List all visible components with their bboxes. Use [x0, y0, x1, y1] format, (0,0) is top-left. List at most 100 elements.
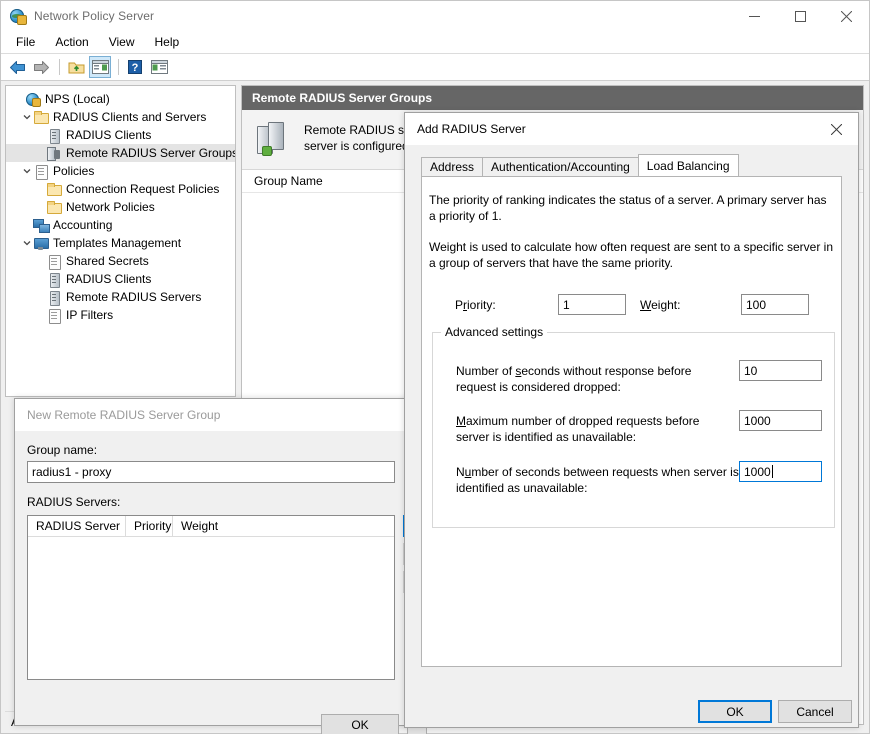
- tree-item-label: RADIUS Clients: [66, 272, 152, 286]
- new-group-dialog-title: New Remote RADIUS Server Group: [27, 408, 221, 422]
- add-radius-dialog-title: Add RADIUS Server: [417, 122, 526, 136]
- radius-servers-listbox[interactable]: RADIUS Server Priority Weight: [27, 515, 395, 680]
- help-icon[interactable]: ?: [124, 56, 146, 78]
- tree-item-label: Policies: [53, 164, 95, 178]
- monitor-icon: [33, 236, 49, 251]
- show-hide-action-pane-icon[interactable]: [148, 56, 170, 78]
- menu-file[interactable]: File: [7, 33, 44, 51]
- tree-item-remote-radius-servers[interactable]: Remote RADIUS Servers: [6, 288, 235, 306]
- tree-item-remote-radius-server-groups[interactable]: Remote RADIUS Server Groups: [6, 144, 235, 162]
- folder-icon: [46, 200, 62, 215]
- menu-help[interactable]: Help: [146, 33, 189, 51]
- window-title: Network Policy Server: [34, 9, 155, 23]
- radius-servers-label: RADIUS Servers:: [27, 495, 121, 509]
- console-tree-pane[interactable]: NPS (Local) RADIUS Clients and Servers R…: [5, 85, 236, 397]
- window-controls: [731, 1, 869, 31]
- priority-input[interactable]: 1: [558, 294, 626, 315]
- add-radius-dialog-titlebar: Add RADIUS Server: [405, 113, 858, 145]
- tree-item-templates-radius-clients[interactable]: RADIUS Clients: [6, 270, 235, 288]
- column-priority[interactable]: Priority: [126, 516, 173, 536]
- tree-item-policies[interactable]: Policies: [6, 162, 235, 180]
- unavailable-interval-label: Number of seconds between requests when …: [456, 465, 739, 495]
- toolbar: ?: [1, 54, 869, 81]
- column-weight[interactable]: Weight: [173, 516, 374, 536]
- chevron-down-icon[interactable]: [20, 165, 33, 178]
- chevron-down-icon[interactable]: [20, 111, 33, 124]
- menu-action[interactable]: Action: [46, 33, 97, 51]
- new-group-ok-button[interactable]: OK: [321, 714, 399, 734]
- add-radius-cancel-button[interactable]: Cancel: [778, 700, 852, 723]
- dropped-timeout-input[interactable]: 10: [739, 360, 822, 381]
- weight-description-paragraph: Weight is used to calculate how often re…: [429, 240, 833, 270]
- tab-address[interactable]: Address: [421, 157, 484, 176]
- tree-item-label: RADIUS Clients: [66, 128, 152, 142]
- up-one-level-folder-icon[interactable]: [65, 56, 87, 78]
- listbox-column-headers: RADIUS Server Priority Weight: [28, 516, 394, 537]
- close-icon[interactable]: [823, 1, 869, 31]
- server-icon: [46, 290, 62, 306]
- server-icon: [46, 128, 62, 144]
- tree-item-label: Accounting: [53, 218, 113, 232]
- tree-item-label: Shared Secrets: [66, 254, 149, 268]
- chevron-down-icon[interactable]: [20, 237, 33, 250]
- weight-input[interactable]: 100: [741, 294, 809, 315]
- tree-item-label: Remote RADIUS Server Groups: [66, 146, 236, 160]
- load-balancing-tab-panel: The priority of ranking indicates the st…: [421, 176, 842, 667]
- server-stack-icon: [256, 122, 290, 156]
- accounting-icon: [33, 218, 50, 233]
- add-radius-server-dialog: Add RADIUS Server Address Authentication…: [404, 112, 859, 728]
- max-dropped-requests-input[interactable]: 1000: [739, 410, 822, 431]
- tab-authentication-accounting[interactable]: Authentication/Accounting: [482, 157, 639, 176]
- advanced-settings-groupbox: Advanced settings Number of seconds with…: [432, 325, 835, 528]
- tree-item-nps-local[interactable]: NPS (Local): [6, 90, 235, 108]
- tree-item-templates-management[interactable]: Templates Management: [6, 234, 235, 252]
- folder-icon: [33, 110, 49, 125]
- minimize-icon[interactable]: [731, 1, 777, 31]
- tree-item-network-policies[interactable]: Network Policies: [6, 198, 235, 216]
- folder-icon: [46, 182, 62, 197]
- column-radius-server[interactable]: RADIUS Server: [28, 516, 126, 536]
- document-icon: [46, 254, 62, 270]
- maximize-icon[interactable]: [777, 1, 823, 31]
- new-remote-radius-server-group-dialog: New Remote RADIUS Server Group Group nam…: [14, 398, 427, 734]
- menubar: File Action View Help: [1, 31, 869, 54]
- tabstrip: Address Authentication/Accounting Load B…: [421, 154, 842, 176]
- tree-item-ip-filters[interactable]: IP Filters: [6, 306, 235, 324]
- tree-item-radius-clients-and-servers[interactable]: RADIUS Clients and Servers: [6, 108, 235, 126]
- new-group-dialog-body: Group name: radius1 - proxy RADIUS Serve…: [15, 431, 427, 734]
- tree-item-label: NPS (Local): [45, 92, 110, 106]
- tree-item-connection-request-policies[interactable]: Connection Request Policies: [6, 180, 235, 198]
- max-dropped-requests-label: Maximum number of dropped requests befor…: [456, 414, 700, 444]
- show-hide-console-tree-icon[interactable]: [89, 56, 111, 78]
- back-icon[interactable]: [6, 56, 28, 78]
- advanced-settings-legend: Advanced settings: [441, 325, 548, 339]
- close-icon[interactable]: [814, 114, 858, 145]
- weight-label: Weight:: [640, 298, 681, 312]
- tree-item-accounting[interactable]: Accounting: [6, 216, 235, 234]
- unavailable-interval-input[interactable]: 1000: [739, 461, 822, 482]
- server-icon: [46, 272, 62, 288]
- group-name-input[interactable]: radius1 - proxy: [27, 461, 395, 483]
- nps-globe-key-icon: [10, 8, 27, 25]
- tree-item-radius-clients[interactable]: RADIUS Clients: [6, 126, 235, 144]
- svg-text:?: ?: [132, 62, 139, 74]
- add-radius-dialog-body: Address Authentication/Accounting Load B…: [405, 145, 858, 727]
- menu-view[interactable]: View: [100, 33, 144, 51]
- document-icon: [33, 164, 49, 180]
- tree-item-label: Connection Request Policies: [66, 182, 220, 196]
- expander-placeholder: [12, 93, 25, 106]
- nps-globe-icon: [25, 92, 41, 107]
- screen-root: Network Policy Server File Action View H…: [0, 0, 870, 734]
- result-pane-header: Remote RADIUS Server Groups: [242, 86, 863, 110]
- tree-item-label: RADIUS Clients and Servers: [53, 110, 207, 124]
- toolbar-separator-2: [118, 59, 119, 75]
- window-titlebar: Network Policy Server: [1, 1, 869, 31]
- tab-load-balancing[interactable]: Load Balancing: [637, 154, 739, 176]
- tree-item-shared-secrets[interactable]: Shared Secrets: [6, 252, 235, 270]
- priority-label: Priority:: [455, 298, 496, 312]
- forward-icon[interactable]: [30, 56, 52, 78]
- group-name-label: Group name:: [27, 443, 98, 457]
- add-radius-ok-button[interactable]: OK: [698, 700, 772, 723]
- text-caret: [771, 465, 773, 478]
- tree-item-label: Remote RADIUS Servers: [66, 290, 202, 304]
